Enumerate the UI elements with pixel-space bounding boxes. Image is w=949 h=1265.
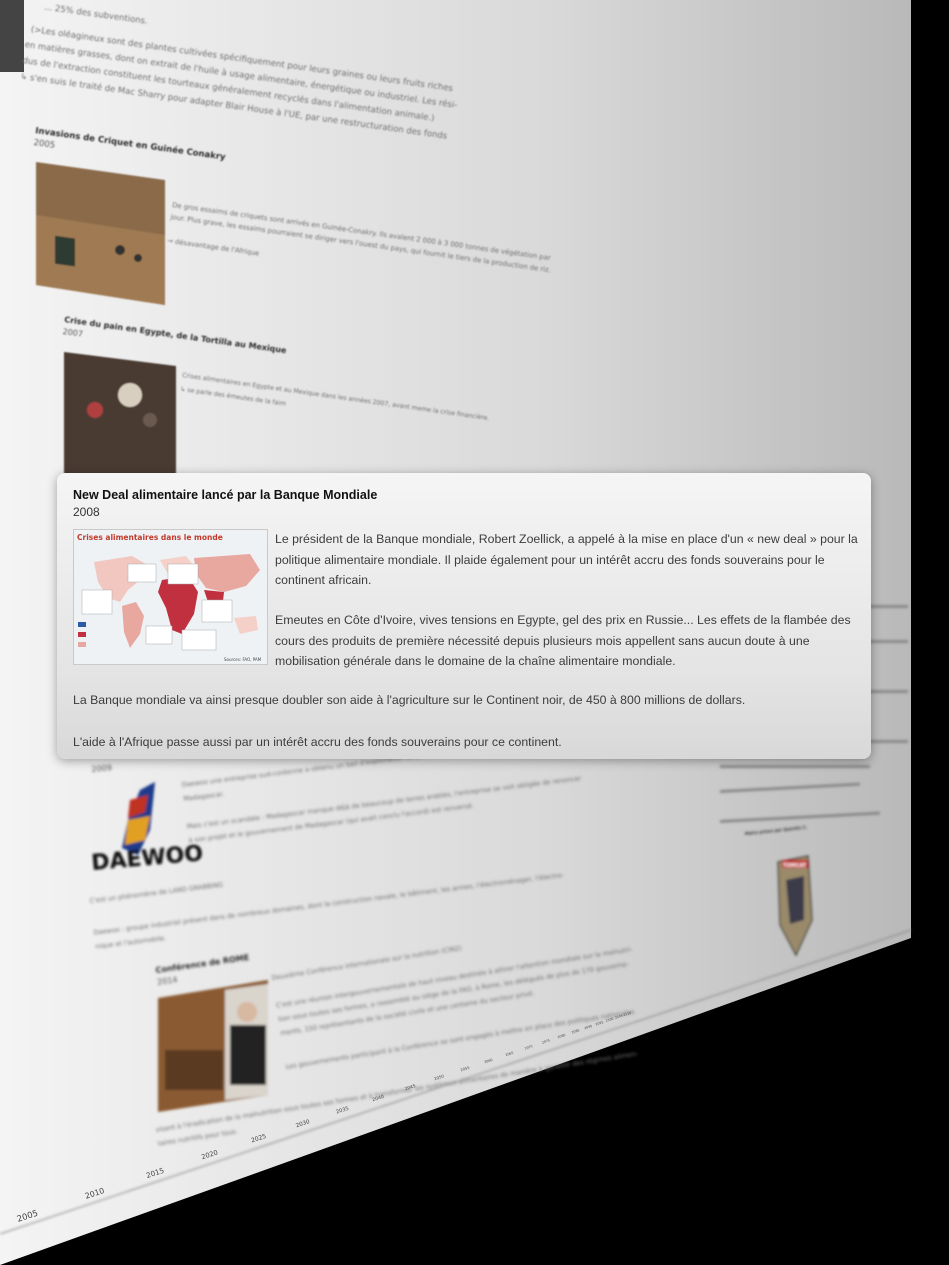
crise-pain-photo xyxy=(64,352,176,475)
svg-text:TOMCAT: TOMCAT xyxy=(783,863,807,869)
svg-text:2009: 2009 xyxy=(91,763,112,774)
event-card-new-deal[interactable]: New Deal alimentaire lancé par la Banque… xyxy=(57,473,871,759)
map-title: Crises alimentaires dans le monde xyxy=(77,533,223,542)
event-daewoo: 2009 xyxy=(91,763,112,774)
event-paragraph-3: La Banque mondiale va ainsi presque doub… xyxy=(73,693,746,707)
event-paragraph-4: L'aide à l'Afrique passe aussi par un in… xyxy=(73,735,562,749)
world-map-illustration: Crises alimentaires dans le monde Source… xyxy=(74,530,267,664)
map-source: Sources: FAO, PAM xyxy=(224,657,262,662)
cropped-image-edge xyxy=(0,0,24,72)
event-year: 2008 xyxy=(73,505,100,519)
event-paragraph-1: Le président de la Banque mondiale, Robe… xyxy=(275,532,858,587)
food-crisis-map-image: Crises alimentaires dans le monde Source… xyxy=(73,529,268,665)
event-paragraph-2: Emeutes en Côte d'Ivoire, vives tensions… xyxy=(275,613,851,668)
event-title: New Deal alimentaire lancé par la Banque… xyxy=(73,488,378,502)
